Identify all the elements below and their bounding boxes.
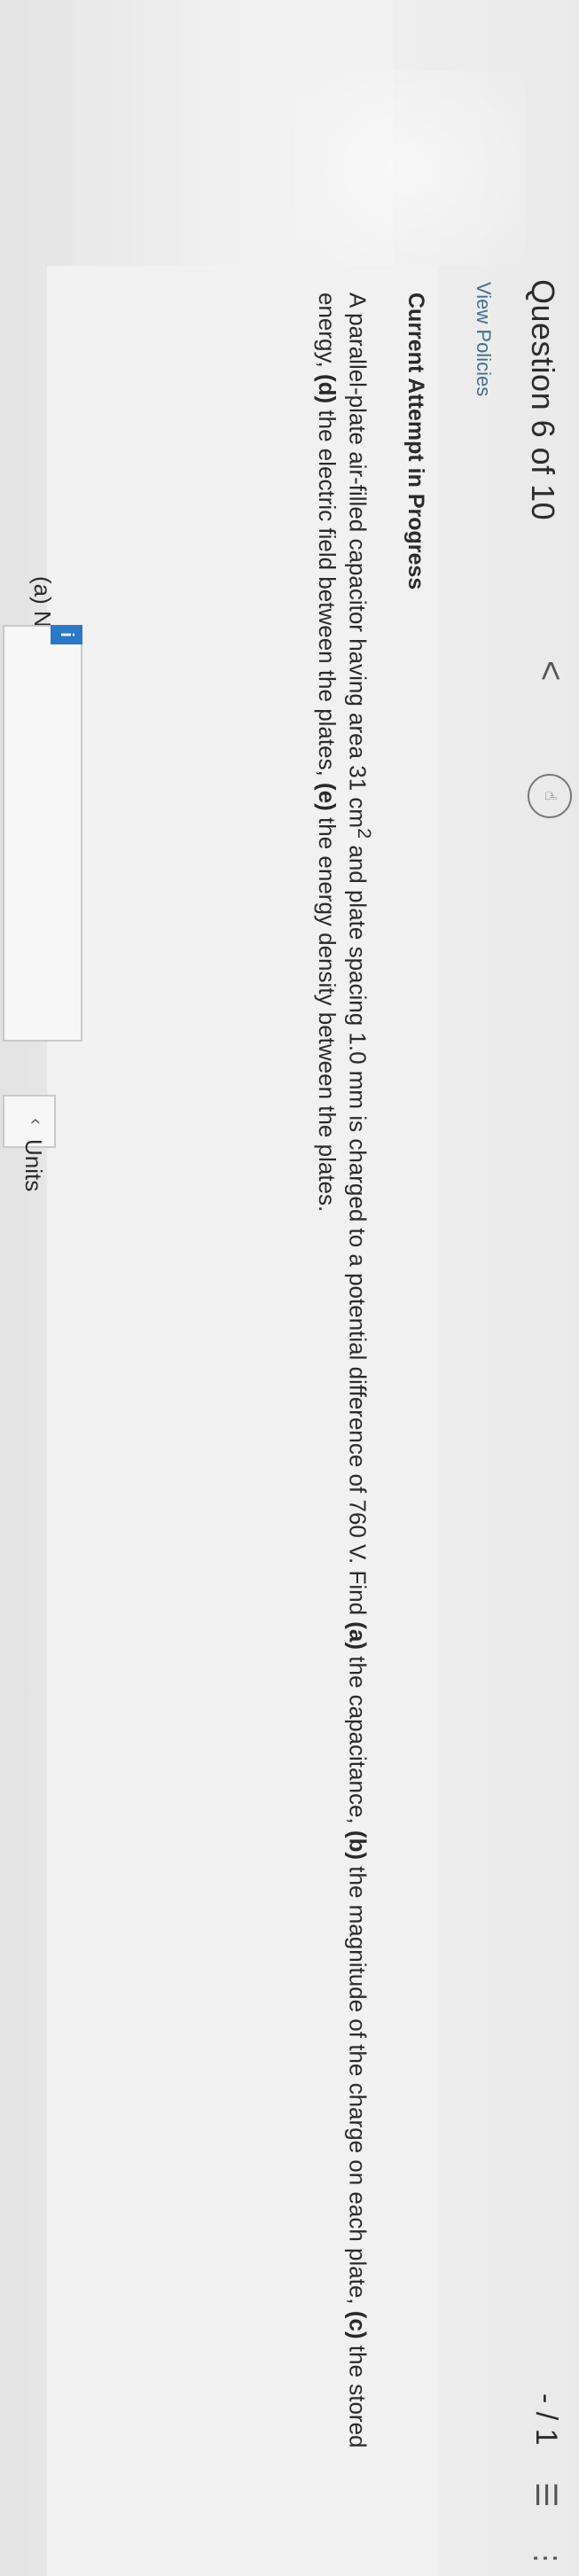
- number-input[interactable]: [3, 625, 82, 1042]
- part-d-text: the electric field between the plates,: [314, 403, 341, 784]
- part-b-text: the magnitude of the charge on each plat…: [344, 1860, 372, 2311]
- attempt-heading: Current Attempt in Progress: [403, 293, 428, 590]
- part-c-label: (c): [344, 2310, 372, 2339]
- screen: Question 6 of 10 < ☝ - / 1 ☰ ⋮ View Poli…: [0, 0, 579, 2576]
- question-list-icon[interactable]: ☰: [529, 2482, 563, 2508]
- part-b-label: (b): [344, 1830, 372, 1861]
- more-options-icon[interactable]: ⋮: [529, 2544, 563, 2572]
- part-a-text: the capacitance,: [344, 1650, 372, 1831]
- score-display: - / 1: [529, 2393, 563, 2446]
- part-d-label: (d): [314, 374, 341, 404]
- question-text: A parallel-plate air-filled capacitor ha…: [312, 293, 379, 2509]
- area-exponent: 2: [354, 828, 376, 839]
- part-a-label: (a): [344, 1621, 372, 1651]
- part-e-text: the energy density between the plates.: [314, 810, 341, 1213]
- previous-question-icon[interactable]: <: [531, 660, 570, 681]
- info-icon[interactable]: i: [51, 625, 82, 644]
- part-e-label: (e): [314, 783, 341, 811]
- question-page: Question 6 of 10 < ☝ - / 1 ☰ ⋮ View Poli…: [0, 0, 579, 2576]
- question-mid: and plate spacing 1.0 mm is charged to a…: [344, 839, 372, 1622]
- units-label: Units: [20, 1139, 47, 1192]
- hand-pointer-icon[interactable]: ☝: [528, 774, 572, 818]
- question-title: Question 6 of 10: [525, 279, 561, 521]
- question-intro: A parallel-plate air-filled capacitor ha…: [344, 293, 372, 829]
- screen-glare: [295, 71, 526, 266]
- view-policies-link[interactable]: View Policies: [472, 282, 495, 396]
